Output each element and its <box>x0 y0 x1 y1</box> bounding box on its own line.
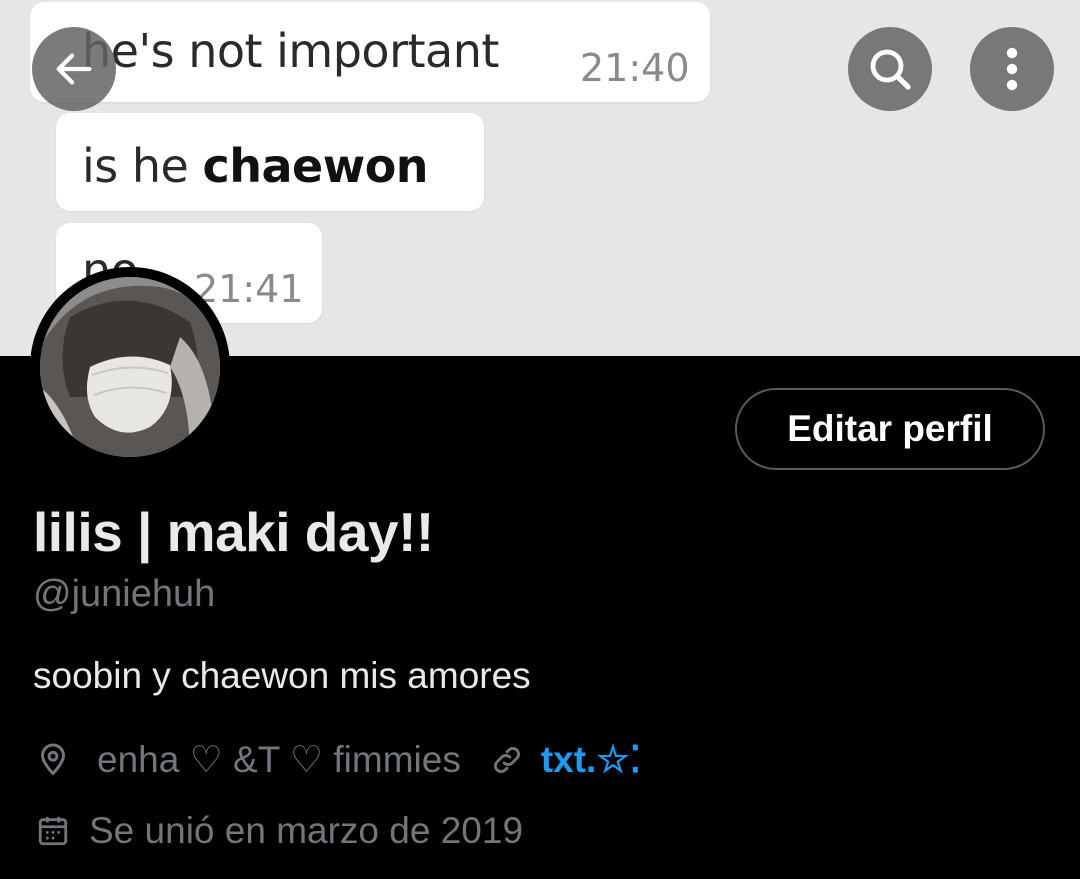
edit-profile-button[interactable]: Editar perfil <box>735 388 1045 470</box>
more-vertical-icon <box>1006 47 1018 91</box>
username-handle: @juniehuh <box>33 573 216 615</box>
chat-message-text: he's not important <box>82 24 499 78</box>
chat-message-bold: chaewon <box>202 139 429 193</box>
chat-message-time: 21:40 <box>580 46 690 90</box>
more-options-button[interactable] <box>970 27 1054 111</box>
chat-message-prefix: is he <box>82 139 203 193</box>
display-name: lilis | maki day!! <box>33 501 434 563</box>
profile-joined-row: Se unió en marzo de 2019 <box>33 810 523 852</box>
calendar-icon <box>33 811 73 851</box>
chat-bubble: he's not important 21:40 <box>30 2 710 102</box>
profile-meta-row: enha ♡ &T ♡ fimmies txt.☆⁚ <box>33 738 641 781</box>
chat-bubble: is he chaewon <box>56 113 484 211</box>
location-pin-icon <box>33 740 73 780</box>
back-button[interactable] <box>32 27 116 111</box>
profile-joined-date: Se unió en marzo de 2019 <box>89 810 524 851</box>
profile-location: enha ♡ &T ♡ fimmies <box>97 739 461 780</box>
chat-message-text: is he chaewon <box>82 139 429 193</box>
search-icon <box>870 49 911 90</box>
arrow-left-icon <box>56 53 92 85</box>
search-button[interactable] <box>848 27 932 111</box>
profile-website-link[interactable]: txt.☆⁚ <box>541 738 641 781</box>
avatar[interactable] <box>30 267 230 467</box>
chat-message-time: 21:41 <box>194 267 304 311</box>
profile-bio: soobin y chaewon mis amores <box>33 655 531 696</box>
avatar-image <box>40 277 220 457</box>
link-icon <box>487 740 527 780</box>
